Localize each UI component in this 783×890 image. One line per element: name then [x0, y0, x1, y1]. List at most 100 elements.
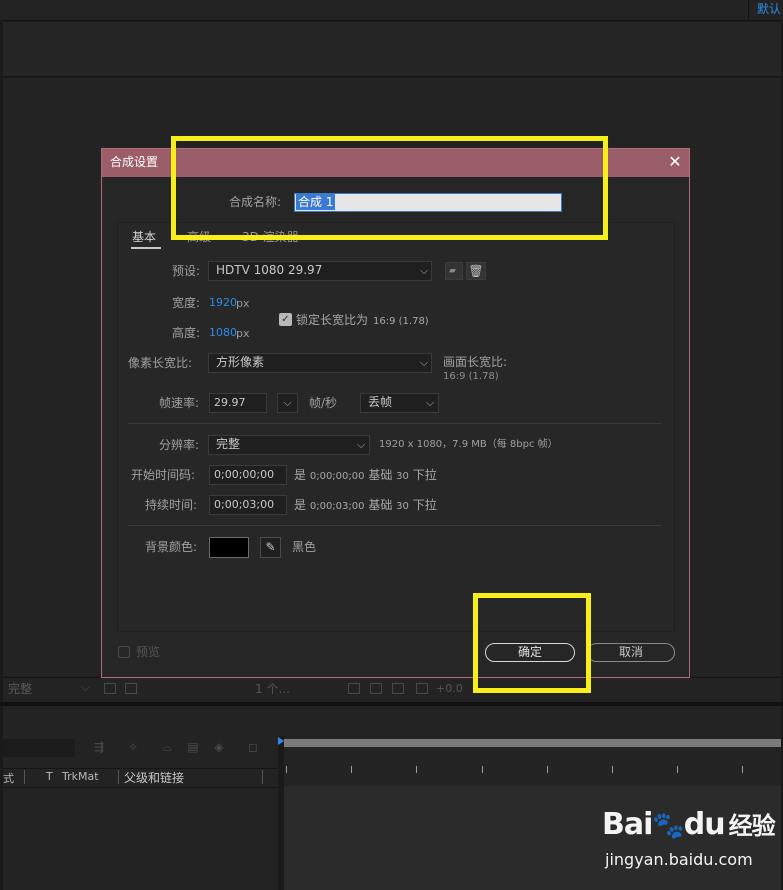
pixel-aspect-label: 像素长宽比: [128, 356, 193, 370]
view-layout-dropdown[interactable]: 1 个... [255, 681, 315, 697]
preset-label: 预设: [172, 264, 201, 278]
baidu-jingyan-logo: Bai🐾du 经验 [602, 805, 776, 846]
column-divider [262, 770, 263, 784]
viewer-resolution-dropdown[interactable]: 完整 [8, 679, 94, 697]
dur-base: 基础 [368, 498, 393, 512]
width-unit: px [236, 297, 250, 310]
ruler-tick [547, 766, 548, 773]
ruler-tick [416, 766, 417, 773]
motion-blur-icon[interactable]: ◈ [212, 741, 226, 753]
close-icon[interactable]: ✕ [666, 152, 684, 172]
dur-equiv: 0;00;03;00 [309, 501, 365, 512]
dur-pulldown: 下拉 [412, 498, 437, 512]
panel-header-strip [0, 22, 783, 77]
transparency-grid-icon[interactable] [125, 683, 137, 694]
background-color-label: 背景颜色: [145, 540, 198, 554]
start-equiv: 0;00;00;00 [309, 471, 365, 482]
start-pulldown: 下拉 [412, 468, 437, 482]
trash-icon: 🗑 [468, 264, 484, 278]
chevron-down-icon: ⌵ [283, 396, 292, 409]
eyedropper-icon[interactable]: ✎ [260, 537, 281, 558]
section-divider [128, 423, 661, 424]
timeline-layer-list [3, 788, 278, 888]
time-ruler[interactable] [284, 756, 781, 784]
exposure-reset-icon[interactable] [416, 683, 428, 694]
resolution-info: 1920 x 1080，7.9 MB（每 8bpc 帧） [379, 439, 558, 450]
resolution-dropdown[interactable]: 完整 [208, 435, 370, 455]
frame-rate-label: 帧速率: [159, 396, 200, 410]
start-base-value: 30 [396, 471, 409, 482]
ruler-tick [286, 766, 287, 773]
exposure-value[interactable]: +0.0 [436, 681, 463, 697]
chevron-down-icon: ⌵ [425, 396, 435, 409]
height-value[interactable]: 1080 [209, 325, 237, 341]
top-bar [0, 0, 783, 21]
start-base: 基础 [368, 468, 393, 482]
ruler-tick [677, 766, 678, 773]
graph-editor-icon[interactable]: ◻ [246, 741, 260, 753]
pixel-aspect-dropdown[interactable]: 方形像素 [208, 353, 432, 373]
highlight-box-name [171, 136, 608, 240]
column-t: T [46, 770, 53, 783]
dur-is: 是 [294, 498, 307, 512]
preview-checkbox[interactable] [118, 646, 130, 658]
height-unit: px [236, 327, 250, 340]
start-timecode-info: 是 0;00;00;00 基础 30 下拉 [294, 467, 437, 485]
frame-rate-input[interactable]: 29.97 [209, 393, 267, 413]
lock-aspect-checkbox[interactable]: ✓ [279, 313, 292, 326]
background-color-name: 黑色 [292, 540, 317, 554]
chevron-down-icon: ⌵ [419, 356, 429, 369]
frame-rate-unit: 帧/秒 [309, 396, 338, 410]
preview-label[interactable]: 预览 [136, 645, 160, 660]
width-label: 宽度: [172, 296, 201, 310]
logo-text-a: Bai [602, 807, 653, 842]
region-of-interest-icon[interactable] [104, 683, 116, 694]
duration-label: 持续时间: [145, 498, 198, 512]
settings-panel [117, 222, 675, 632]
composition-flowchart-icon[interactable]: ⇶ [92, 741, 106, 753]
column-mode: 式 [3, 772, 14, 785]
section-divider [128, 525, 661, 526]
paw-icon: 🐾 [652, 811, 684, 841]
ruler-tick [482, 766, 483, 773]
start-is: 是 [294, 468, 307, 482]
workspace-default-label[interactable]: 默认 [751, 0, 783, 20]
watermark-url: jingyan.baidu.com [605, 850, 753, 869]
cancel-button[interactable]: 取消 [587, 643, 675, 662]
ruler-tick [351, 766, 352, 773]
timeline-search-input[interactable] [3, 739, 75, 757]
resolution-label: 分辨率: [159, 438, 200, 452]
logo-text-b: du [683, 807, 726, 842]
width-value[interactable]: 1920 [209, 295, 237, 311]
preset-dropdown[interactable]: HDTV 1080 29.97 [208, 261, 432, 281]
ruler-tick [612, 766, 613, 773]
top-bar-divider [748, 0, 749, 20]
dialog-title: 合成设置 [110, 155, 159, 169]
lock-aspect-ratio: 16:9 (1.78) [373, 316, 429, 327]
fast-preview-icon[interactable] [348, 683, 360, 694]
frame-aspect-label: 画面长宽比: [443, 355, 508, 369]
draft-3d-icon[interactable]: ✧ [126, 741, 140, 753]
height-label: 高度: [172, 326, 201, 340]
tab-basic[interactable]: 基本 [132, 229, 156, 245]
timeline-toggle-icon[interactable] [370, 683, 382, 694]
frame-rate-preset-dropdown[interactable]: ⌵ [277, 393, 298, 413]
save-icon: ▰ [449, 266, 456, 276]
frame-blending-icon[interactable]: ▤ [186, 741, 200, 753]
duration-info: 是 0;00;03;00 基础 30 下拉 [294, 497, 437, 515]
shy-layers-icon[interactable]: ⌓ [160, 741, 174, 753]
delete-preset-button[interactable]: 🗑 [466, 262, 486, 280]
highlight-box-ok [473, 593, 591, 693]
column-trkmat: TrkMat [62, 770, 99, 783]
active-tab-underline [131, 247, 161, 249]
duration-input[interactable]: 0;00;03;00 [209, 495, 287, 515]
flowchart-icon[interactable] [392, 683, 404, 694]
chevron-down-icon: ⌵ [419, 264, 429, 277]
column-parent-link: 父级和链接 [124, 771, 185, 785]
column-divider [24, 770, 25, 784]
work-area-bar[interactable] [284, 739, 781, 747]
start-timecode-input[interactable]: 0;00;00;00 [209, 465, 287, 485]
logo-cn: 经验 [728, 812, 776, 840]
lock-aspect-label[interactable]: 锁定长宽比为 [296, 313, 368, 328]
background-color-swatch[interactable] [209, 537, 249, 558]
